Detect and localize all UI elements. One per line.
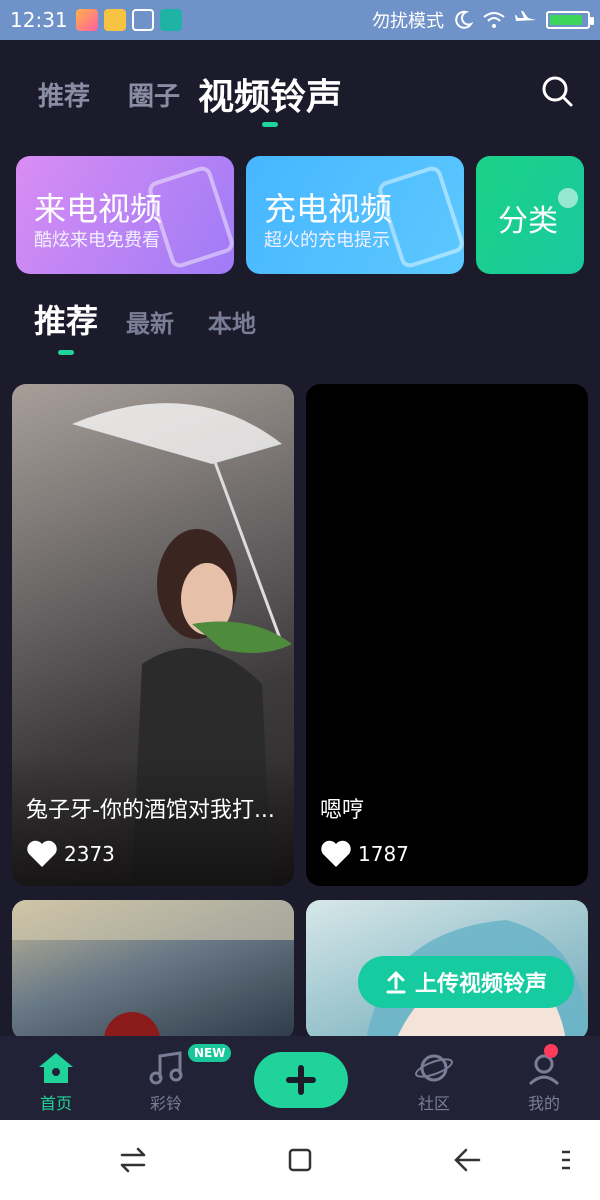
usb-icon: [159, 9, 182, 31]
upload-icon: [386, 971, 406, 994]
status-time: 12:31: [10, 8, 68, 32]
nav-community-label: 社区: [417, 1094, 450, 1113]
nav-mine-label: 我的: [527, 1094, 560, 1113]
video-card[interactable]: 兔子牙-你的酒馆对我打... 2373: [12, 384, 294, 886]
top-tab-bar: 推荐 圈子 视频铃声: [0, 58, 600, 128]
subtab-local[interactable]: 本地: [208, 304, 256, 339]
like-count-value: 2373: [64, 842, 115, 866]
upload-button-label: 上传视频铃声: [414, 972, 547, 997]
planet-icon: [415, 1054, 453, 1082]
wifi-icon: [483, 12, 505, 28]
music-note-icon: [149, 1051, 183, 1085]
tab-video-ringtone[interactable]: 视频铃声: [198, 68, 342, 120]
back-arrow-icon[interactable]: [452, 1146, 482, 1174]
tab-circle[interactable]: 圈子: [128, 76, 180, 113]
active-tab-indicator: [262, 122, 278, 127]
bottom-nav: 首页 彩铃 NEW 社区 我的: [0, 1036, 600, 1120]
heart-icon: [321, 840, 351, 867]
category-decoration-icon: [558, 188, 578, 208]
charging-video-banner[interactable]: 充电视频 超火的充电提示: [246, 156, 464, 274]
home-icon: [39, 1053, 73, 1083]
create-button[interactable]: [254, 1052, 348, 1108]
folder-icon: [103, 9, 126, 31]
nav-home[interactable]: 首页: [16, 1050, 96, 1114]
subtab-latest[interactable]: 最新: [126, 304, 174, 339]
banner-title: 充电视频: [264, 190, 393, 228]
video-thumbnail-image: [12, 900, 294, 1040]
moon-icon: [455, 10, 474, 29]
incoming-call-video-banner[interactable]: 来电视频 酷炫来电免费看: [16, 156, 234, 274]
banner-subtitle: 酷炫来电免费看: [34, 230, 160, 251]
system-navigation-bar: [0, 1120, 600, 1200]
heart-icon: [27, 840, 57, 867]
user-icon: [528, 1054, 560, 1086]
banner-subtitle: 超火的充电提示: [264, 230, 390, 251]
tab-recommend[interactable]: 推荐: [38, 76, 90, 113]
recents-square-icon[interactable]: [286, 1146, 314, 1174]
like-count[interactable]: 2373: [26, 840, 115, 868]
notification-dot: [544, 1044, 558, 1058]
sub-tab-bar: 推荐 最新 本地: [0, 290, 600, 360]
search-icon[interactable]: [540, 74, 574, 108]
plus-icon: [286, 1065, 316, 1095]
nav-home-label: 首页: [39, 1094, 72, 1113]
nav-community[interactable]: 社区: [394, 1050, 474, 1114]
app-notification-icon: [75, 9, 98, 31]
like-count[interactable]: 1787: [320, 840, 409, 868]
menu-dots-icon[interactable]: [556, 1146, 576, 1174]
nav-mine[interactable]: 我的: [504, 1050, 584, 1114]
subtab-recommend[interactable]: 推荐: [34, 296, 98, 342]
category-banner[interactable]: 分类: [476, 156, 584, 274]
like-count-value: 1787: [358, 842, 409, 866]
dnd-label: 勿扰模式: [372, 11, 444, 32]
battery-icon: [546, 11, 594, 29]
airplane-icon: [515, 11, 536, 21]
banner-title: 分类: [498, 204, 558, 239]
video-caption: 嗯哼: [320, 798, 365, 823]
banner-title: 来电视频: [34, 190, 163, 228]
clean-icon: [131, 9, 154, 31]
status-bar: 12:31 勿扰模式: [0, 0, 600, 40]
switch-icon[interactable]: [118, 1146, 148, 1174]
video-caption: 兔子牙-你的酒馆对我打...: [26, 798, 275, 823]
active-subtab-indicator: [58, 350, 74, 355]
upload-video-ringtone-button[interactable]: 上传视频铃声: [358, 956, 574, 1008]
video-card[interactable]: [12, 900, 294, 1040]
nav-ringtone-label: 彩铃: [149, 1094, 182, 1113]
new-badge: NEW: [188, 1044, 232, 1062]
video-card[interactable]: 嗯哼 1787: [306, 384, 588, 886]
